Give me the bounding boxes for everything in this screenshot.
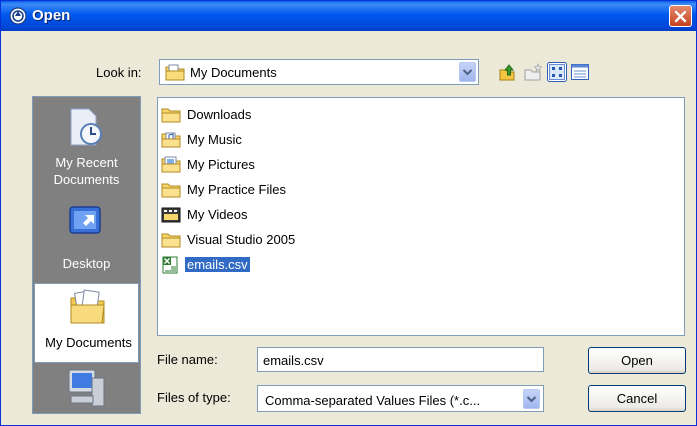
places-label-recent-documents: My Recent Documents bbox=[53, 155, 120, 187]
places-item-desktop[interactable]: Desktop bbox=[33, 194, 140, 274]
places-label-desktop: Desktop bbox=[62, 256, 111, 271]
places-item-my-computer[interactable] bbox=[33, 363, 140, 413]
file-name-input[interactable]: emails.csv bbox=[257, 347, 544, 372]
create-new-folder-icon[interactable] bbox=[523, 62, 543, 82]
files-of-type-label: Files of type: bbox=[157, 390, 231, 405]
details-view-icon[interactable] bbox=[570, 62, 590, 82]
file-name: Visual Studio 2005 bbox=[187, 232, 296, 247]
look-in-value: My Documents bbox=[190, 65, 277, 80]
excel-csv-file-icon bbox=[161, 256, 181, 277]
close-icon bbox=[674, 10, 687, 23]
my-computer-icon bbox=[65, 366, 107, 413]
file-name: My Music bbox=[187, 132, 242, 147]
up-one-level-icon[interactable] bbox=[497, 62, 517, 82]
file-name: Downloads bbox=[187, 107, 252, 122]
my-documents-folder-icon bbox=[165, 64, 185, 84]
files-of-type-value: Comma-separated Values Files (*.c... bbox=[265, 393, 481, 408]
look-in-dropdown[interactable]: My Documents bbox=[159, 59, 479, 85]
window-title: Open bbox=[32, 7, 71, 24]
open-dialog-icon bbox=[9, 7, 27, 25]
folder-icon bbox=[161, 181, 181, 201]
files-of-type-dropdown-button[interactable] bbox=[523, 389, 540, 409]
chevron-down-icon bbox=[526, 396, 537, 403]
cancel-button[interactable]: Cancel bbox=[588, 385, 686, 412]
file-name: My Videos bbox=[187, 207, 248, 222]
open-dialog: Open Look in: My Documents My Recent Doc… bbox=[0, 0, 697, 426]
recent-documents-icon bbox=[68, 107, 106, 150]
places-label-my-documents: My Documents bbox=[45, 335, 132, 350]
pictures-folder-icon bbox=[161, 156, 181, 176]
file-name: emails.csv bbox=[184, 256, 251, 273]
close-button[interactable] bbox=[669, 5, 692, 27]
look-in-dropdown-button[interactable] bbox=[459, 62, 476, 82]
file-name: My Pictures bbox=[187, 157, 255, 172]
file-name: My Practice Files bbox=[187, 182, 286, 197]
open-button[interactable]: Open bbox=[588, 347, 686, 374]
title-bar[interactable]: Open bbox=[1, 1, 696, 31]
folder-icon bbox=[161, 106, 181, 126]
file-name-label: File name: bbox=[157, 352, 218, 367]
places-item-my-documents[interactable]: My Documents bbox=[34, 283, 139, 363]
my-documents-icon bbox=[68, 288, 108, 331]
look-in-label: Look in: bbox=[96, 65, 142, 80]
files-of-type-dropdown[interactable]: Comma-separated Values Files (*.c... bbox=[257, 385, 544, 412]
desktop-icon bbox=[67, 204, 105, 243]
view-menu-icon[interactable] bbox=[547, 62, 567, 82]
places-bar: My Recent Documents Desktop My Documents bbox=[32, 96, 141, 414]
folder-icon bbox=[161, 231, 181, 251]
places-item-recent-documents[interactable]: My Recent Documents bbox=[33, 97, 140, 187]
videos-folder-icon bbox=[161, 206, 181, 226]
music-folder-icon bbox=[161, 131, 181, 151]
chevron-down-icon bbox=[462, 69, 473, 76]
file-list[interactable]: Downloads My Music My Pictures My Practi… bbox=[157, 97, 685, 336]
